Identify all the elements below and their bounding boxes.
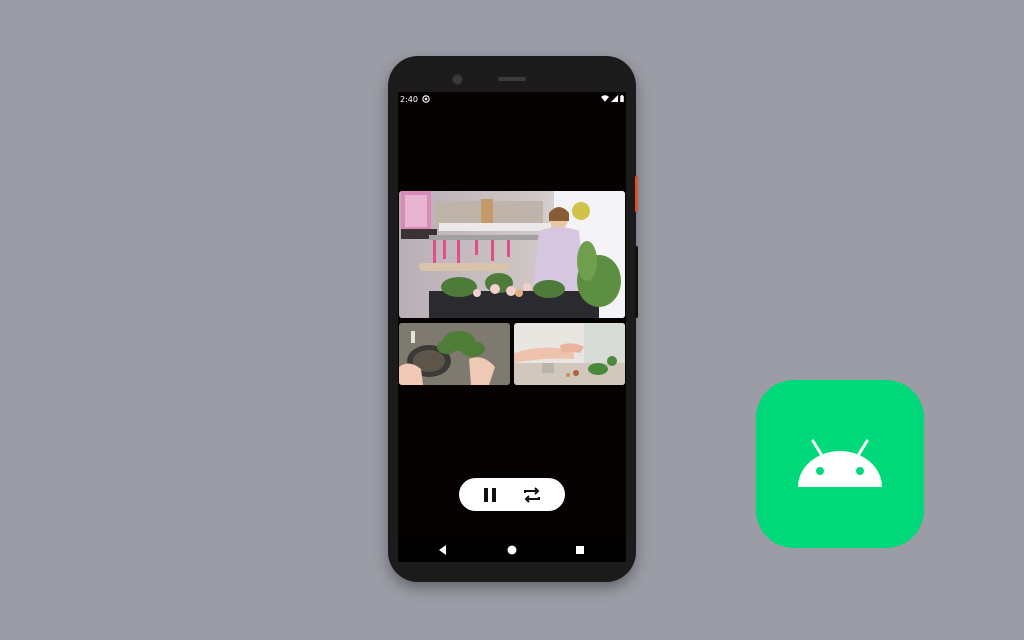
power-button — [635, 176, 638, 212]
moss-video-frame — [514, 323, 625, 385]
wifi-icon — [601, 95, 609, 102]
home-icon[interactable] — [506, 544, 518, 556]
video-player-main[interactable] — [399, 191, 625, 318]
status-time: 2:40 — [400, 95, 418, 104]
navigation-bar — [398, 536, 626, 562]
cell-signal-icon — [611, 95, 618, 102]
phone-screen: 2:40 — [398, 92, 626, 562]
status-bar: 2:40 — [398, 92, 626, 108]
status-icons — [601, 95, 624, 102]
repeat-icon[interactable] — [522, 485, 542, 505]
battery-icon — [620, 95, 624, 102]
back-icon[interactable] — [437, 544, 449, 556]
playback-controls — [459, 478, 565, 511]
potting-video-frame — [399, 323, 510, 385]
video-player-thumbnail-right[interactable] — [514, 323, 625, 385]
volume-button — [635, 246, 638, 318]
florist-video-frame — [399, 191, 625, 318]
pause-icon[interactable] — [480, 485, 500, 505]
app-notification-icon — [422, 95, 430, 103]
android-logo-tile — [756, 380, 924, 548]
front-camera — [452, 74, 463, 85]
android-logo — [798, 439, 882, 487]
earpiece-speaker — [498, 77, 526, 81]
video-player-thumbnail-left[interactable] — [399, 323, 510, 385]
recents-icon[interactable] — [574, 544, 586, 556]
